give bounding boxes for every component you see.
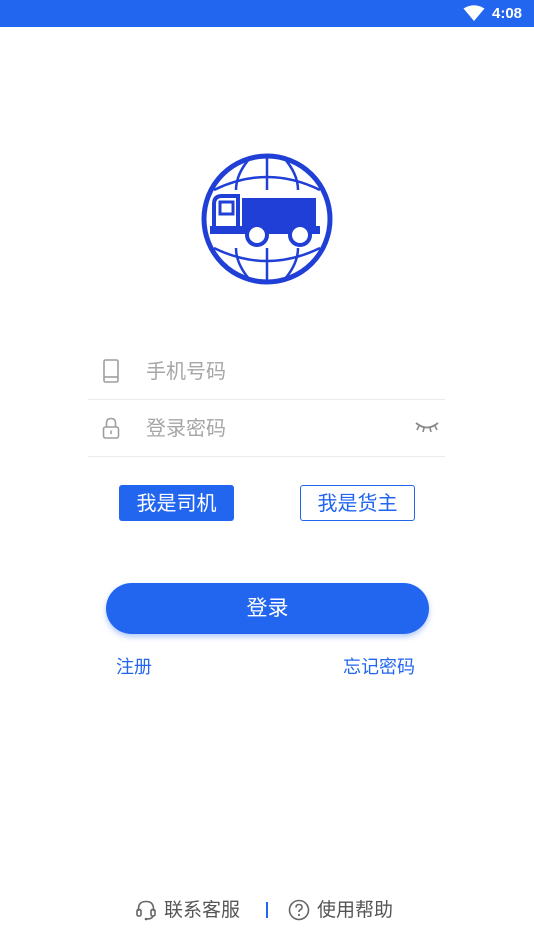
register-link[interactable]: 注册 bbox=[116, 656, 152, 680]
forgot-password-link[interactable]: 忘记密码 bbox=[343, 656, 415, 680]
phone-icon bbox=[103, 359, 119, 383]
password-input[interactable] bbox=[146, 412, 396, 444]
driver-role-button[interactable]: 我是司机 bbox=[119, 485, 234, 521]
footer-divider bbox=[266, 902, 268, 918]
shipper-role-button[interactable]: 我是货主 bbox=[300, 485, 415, 521]
footer: 联系客服 使用帮助 bbox=[0, 896, 534, 924]
status-bar: 4:08 bbox=[0, 0, 534, 27]
phone-field bbox=[88, 343, 445, 400]
question-circle-icon bbox=[288, 899, 310, 921]
usage-help-label: 使用帮助 bbox=[317, 899, 394, 921]
globe-truck-logo bbox=[201, 153, 333, 285]
phone-input[interactable] bbox=[146, 355, 396, 387]
eye-closed-icon[interactable] bbox=[414, 418, 440, 436]
status-time: 4:08 bbox=[492, 5, 523, 22]
truck-icon bbox=[210, 194, 320, 247]
headset-icon bbox=[136, 900, 156, 921]
login-button[interactable]: 登录 bbox=[106, 583, 429, 634]
password-field bbox=[88, 400, 445, 457]
contact-service-label: 联系客服 bbox=[164, 899, 241, 921]
lock-icon bbox=[102, 417, 120, 439]
wifi-icon bbox=[463, 5, 485, 21]
